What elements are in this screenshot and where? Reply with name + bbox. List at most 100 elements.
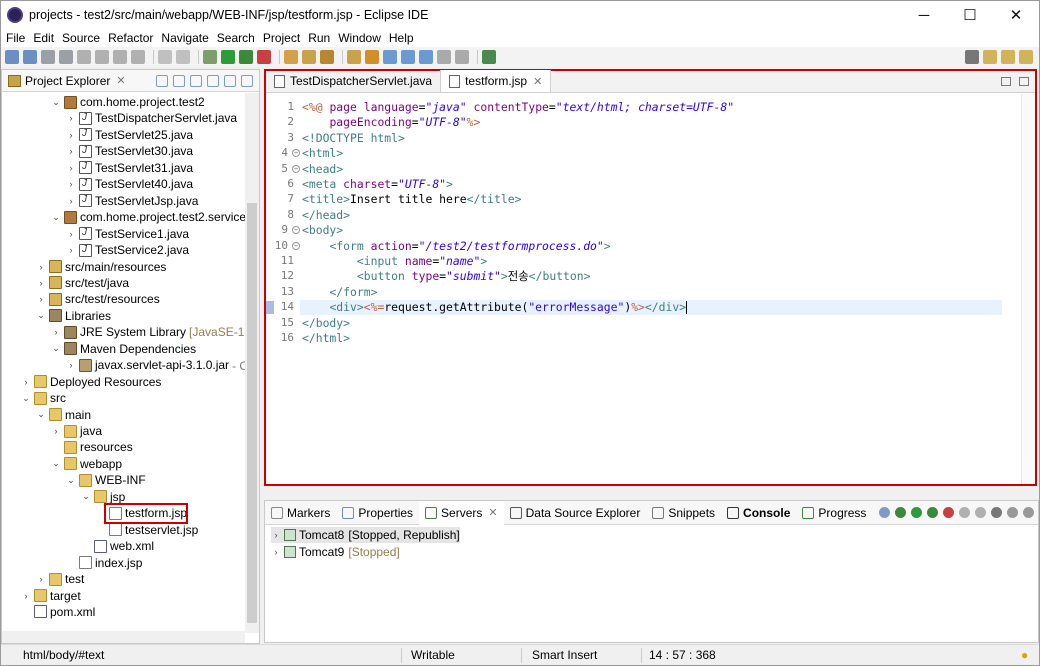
toolbar-action-icon[interactable]	[437, 50, 451, 64]
toolbar-action-icon[interactable]	[158, 50, 172, 64]
search-icon[interactable]	[965, 50, 979, 64]
tree-expand-toggle[interactable]: ›	[35, 278, 47, 288]
debug-server-icon[interactable]	[895, 507, 906, 518]
code-line[interactable]: pageEncoding="UTF-8"%>	[302, 115, 480, 130]
tree-expand-toggle[interactable]: ›	[271, 547, 281, 557]
tree-expand-toggle[interactable]: ›	[65, 163, 77, 173]
tree-item[interactable]: › TestServlet31.java	[65, 160, 194, 176]
code-line[interactable]: </form>	[302, 285, 377, 300]
code-line[interactable]: <form action="/test2/testformprocess.do"…	[302, 239, 610, 254]
tree-item[interactable]: ⌄ src	[20, 390, 66, 406]
toolbar-action-icon[interactable]	[257, 50, 271, 64]
toolbar-action-icon[interactable]	[347, 50, 361, 64]
scrollbar-thumb[interactable]	[247, 203, 257, 623]
view-menu-icon[interactable]	[207, 74, 219, 87]
filter-icon[interactable]	[190, 74, 202, 87]
minimize-view-icon[interactable]	[1007, 507, 1018, 518]
collapse-all-icon[interactable]	[879, 507, 890, 518]
tree-item[interactable]: › java	[50, 423, 103, 439]
toolbar-action-icon[interactable]	[365, 50, 379, 64]
maximize-view-icon[interactable]	[1019, 76, 1029, 86]
editor-vertical-scrollbar[interactable]	[1021, 94, 1035, 484]
code-area[interactable]: 1 2 3 4−5−6 7 8 9−10−11 12 13 14 15 16 <%@ page lan…	[266, 94, 1035, 484]
tree-item[interactable]: › TestServlet25.java	[65, 127, 194, 143]
menu-file[interactable]: File	[3, 31, 28, 45]
toolbar-action-icon[interactable]	[320, 50, 334, 64]
menu-help[interactable]: Help	[386, 31, 417, 45]
tree-expand-toggle[interactable]: ⌄	[35, 310, 47, 321]
code-line[interactable]: </body>	[302, 316, 350, 331]
tree-item[interactable]: ⌄ WEB-INF	[65, 472, 145, 488]
link-with-editor-icon[interactable]	[173, 74, 185, 87]
code-line[interactable]: <title>Insert title here</title>	[302, 192, 521, 207]
tree-item[interactable]: › javax.servlet-api-3.1.0.jar- C:\Ｗ	[65, 357, 246, 373]
tree-item[interactable]: › TestDispatcherServlet.java	[65, 110, 238, 126]
code-line[interactable]: <html>	[302, 146, 343, 161]
tree-item[interactable]: › test	[35, 571, 85, 587]
publish-icon[interactable]	[959, 507, 970, 518]
minimize-button[interactable]: ─	[901, 1, 947, 29]
code-line[interactable]: <%@ page language="java" contentType="te…	[302, 100, 734, 115]
collapse-all-icon[interactable]	[156, 74, 168, 87]
tree-expand-toggle[interactable]: ›	[35, 294, 47, 304]
code-line[interactable]: <button type="submit">전송</button>	[302, 269, 591, 284]
tree-expand-toggle[interactable]: ⌄	[80, 491, 92, 502]
tree-item[interactable]: web.xml	[80, 538, 154, 554]
maximize-view-icon[interactable]	[241, 74, 253, 87]
tree-expand-toggle[interactable]: ⌄	[35, 409, 47, 420]
code-line[interactable]: </html>	[302, 331, 350, 346]
debug-perspective-icon[interactable]	[1019, 50, 1033, 64]
tree-expand-toggle[interactable]: ⌄	[50, 343, 62, 354]
fold-toggle-icon[interactable]: −	[292, 226, 300, 235]
tree-item[interactable]: › TestServlet40.java	[65, 176, 194, 192]
disconnect-icon[interactable]	[975, 507, 986, 518]
tab-progress[interactable]: Progress	[796, 501, 872, 525]
toolbar-action-icon[interactable]	[5, 50, 19, 64]
tree-item[interactable]: ⌄ com.home.project.test2	[50, 94, 205, 110]
tree-item[interactable]: › Deployed Resources	[20, 374, 162, 390]
server-item[interactable]: › Tomcat8 [Stopped, Republish]	[271, 527, 460, 543]
tab-testform-jsp[interactable]: testform.jsp ✕	[441, 70, 552, 92]
code-line[interactable]: <head>	[302, 162, 343, 177]
tree-item[interactable]: › TestServlet30.java	[65, 143, 194, 159]
menu-refactor[interactable]: Refactor	[105, 31, 156, 45]
tree-expand-toggle[interactable]: ⌄	[50, 97, 62, 108]
tree-item[interactable]: resources	[50, 439, 133, 455]
tree-item[interactable]: › src/main/resources	[35, 259, 167, 275]
view-menu-icon[interactable]	[991, 507, 1002, 518]
lightbulb-icon[interactable]: ●	[1021, 648, 1028, 662]
menu-window[interactable]: Window	[335, 31, 384, 45]
toolbar-action-icon[interactable]	[401, 50, 415, 64]
close-icon[interactable]: ✕	[533, 75, 542, 88]
menu-project[interactable]: Project	[260, 31, 303, 45]
toolbar-action-icon[interactable]	[23, 50, 37, 64]
tree-expand-toggle[interactable]: ⌄	[20, 393, 32, 404]
toolbar-action-icon[interactable]	[203, 50, 217, 64]
tree-item[interactable]: › src/test/resources	[35, 291, 160, 307]
close-button[interactable]: ✕	[993, 1, 1039, 29]
tab-testdispatcherservlet-java[interactable]: TestDispatcherServlet.java	[266, 70, 442, 92]
tree-item[interactable]: ⌄ Libraries	[35, 308, 111, 324]
tree-expand-toggle[interactable]: ›	[65, 245, 77, 255]
tree-expand-toggle[interactable]: ›	[65, 360, 77, 370]
toolbar-action-icon[interactable]	[113, 50, 127, 64]
stop-server-icon[interactable]	[943, 507, 954, 518]
fold-toggle-icon[interactable]: −	[292, 164, 300, 173]
code-line[interactable]: <input name="name">	[302, 254, 487, 269]
toolbar-action-icon[interactable]	[221, 50, 235, 64]
menu-edit[interactable]: Edit	[30, 31, 57, 45]
tree-expand-toggle[interactable]: ›	[20, 591, 32, 601]
tree-expand-toggle[interactable]: ⌄	[50, 212, 62, 223]
tab-markers[interactable]: Markers	[265, 501, 336, 525]
toolbar-action-icon[interactable]	[77, 50, 91, 64]
tab-data-source-explorer[interactable]: Data Source Explorer	[504, 501, 647, 525]
toolbar-action-icon[interactable]	[176, 50, 190, 64]
tree-expand-toggle[interactable]: ›	[50, 426, 62, 436]
tree-item[interactable]: ⌄ main	[35, 407, 91, 423]
tree-expand-toggle[interactable]: ›	[271, 530, 281, 540]
tree-item[interactable]: pom.xml	[20, 604, 95, 620]
tab-properties[interactable]: Properties	[336, 501, 419, 525]
tree-item[interactable]: ⌄ com.home.project.test2.service	[50, 209, 245, 225]
toolbar-action-icon[interactable]	[302, 50, 316, 64]
tree-item[interactable]: › TestServletJsp.java	[65, 193, 199, 209]
